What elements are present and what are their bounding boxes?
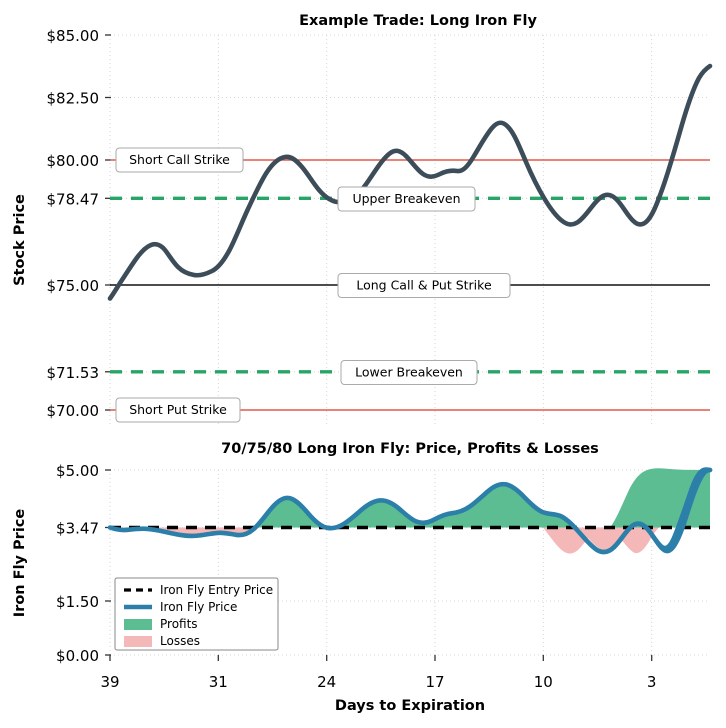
annotation-short-call-strike: Short Call Strike: [115, 147, 244, 173]
annotation-long-call-put-strike-label: Long Call & Put Strike: [356, 278, 492, 293]
legend-label-iron-fly-price: Iron Fly Price: [160, 600, 237, 614]
upper-ytick-2: $80.00: [47, 152, 100, 170]
legend-label-profits: Profits: [160, 617, 198, 631]
annotation-lower-breakeven: Lower Breakeven: [340, 360, 478, 385]
annotation-long-call-put-strike: Long Call & Put Strike: [337, 273, 511, 298]
annotation-lower-breakeven-label: Lower Breakeven: [355, 365, 463, 380]
lower-chart-legend: Iron Fly Entry Price Iron Fly Price Prof…: [114, 577, 279, 651]
figure-canvas: Example Trade: Long Iron Fly Stock Price: [0, 0, 726, 728]
upper-ytick-1: $82.50: [47, 90, 100, 108]
upper-ytick-6: $70.00: [47, 402, 100, 420]
upper-chart-title: Example Trade: Long Iron Fly: [299, 13, 537, 29]
upper-y-axis-label: Stock Price: [12, 194, 28, 286]
lower-x-axis-label: Days to Expiration: [335, 698, 485, 714]
lower-ytick-2: $1.50: [56, 593, 99, 611]
legend-item-losses[interactable]: Losses: [124, 634, 200, 648]
chart-page: Example Trade: Long Iron Fly Stock Price: [0, 0, 726, 728]
annotation-upper-breakeven: Upper Breakeven: [337, 186, 476, 212]
upper-ytick-5: $71.53: [47, 364, 100, 382]
upper-ytick-3: $78.47: [47, 190, 100, 208]
lower-chart-title: 70/75/80 Long Iron Fly: Price, Profits &…: [221, 441, 599, 457]
annotation-short-put-strike-label: Short Put Strike: [129, 402, 227, 417]
lower-xtick-3: 17: [425, 673, 444, 691]
lower-xtick-2: 24: [317, 673, 336, 691]
legend-swatch-profits: [124, 619, 152, 630]
upper-ytick-4: $75.00: [47, 277, 100, 295]
lower-ytick-1: $3.47: [56, 520, 99, 538]
annotation-short-put-strike: Short Put Strike: [115, 397, 241, 423]
lower-ytick-3: $0.00: [56, 647, 99, 665]
legend-label-losses: Losses: [160, 634, 200, 648]
legend-label-entry-price: Iron Fly Entry Price: [160, 583, 273, 597]
lower-ytick-0: $5.00: [56, 462, 99, 480]
lower-xtick-4: 10: [534, 673, 553, 691]
legend-item-profits[interactable]: Profits: [124, 617, 198, 631]
lower-xtick-5: 3: [647, 673, 657, 691]
lower-y-axis-label: Iron Fly Price: [12, 509, 28, 618]
annotation-upper-breakeven-label: Upper Breakeven: [352, 191, 460, 206]
upper-ytick-0: $85.00: [47, 27, 100, 45]
annotation-short-call-strike-label: Short Call Strike: [129, 152, 230, 167]
lower-xtick-0: 39: [100, 673, 119, 691]
legend-swatch-losses: [124, 636, 152, 647]
lower-xtick-1: 31: [209, 673, 228, 691]
